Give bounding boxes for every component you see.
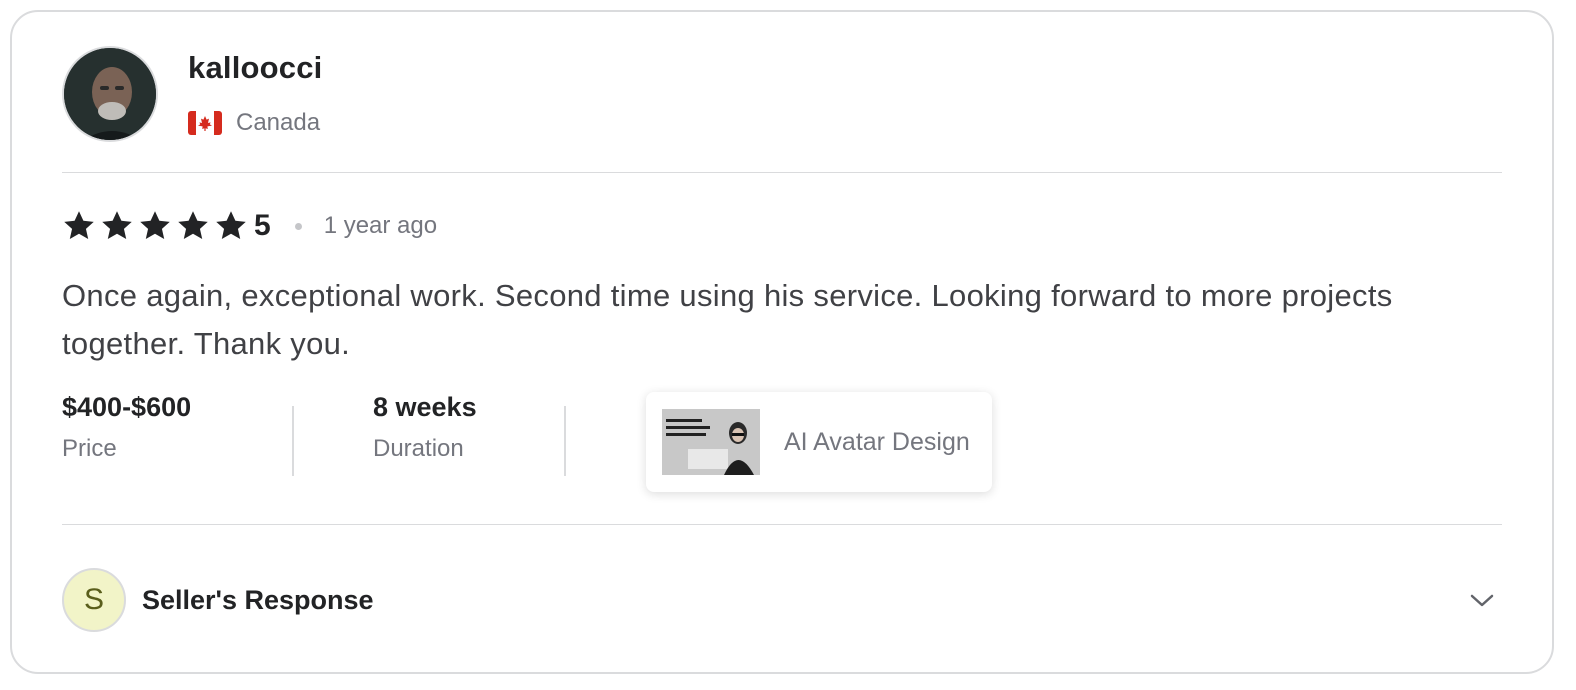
reviewer-username[interactable]: kalloocci (188, 50, 322, 86)
country-name: Canada (236, 109, 321, 136)
seller-response-label: Seller's Response (142, 584, 374, 615)
duration-label: Duration (373, 435, 464, 462)
canada-flag-icon (188, 111, 222, 135)
chevron-down-icon[interactable] (1468, 586, 1496, 614)
gig-thumbnail (662, 409, 760, 475)
review-time: 1 year ago (323, 212, 438, 239)
divider (62, 524, 1502, 525)
seller-response-toggle[interactable]: S Seller's Response (62, 568, 1502, 632)
vertical-divider (292, 406, 294, 476)
duration-value: 8 weeks (373, 392, 477, 422)
star-icon (64, 211, 94, 240)
gig-card[interactable]: AI Avatar Design (646, 392, 992, 492)
review-text: Once again, exceptional work. Second tim… (62, 278, 1393, 361)
gig-title: AI Avatar Design (784, 427, 970, 456)
gig-thumbnail-image (662, 409, 760, 475)
price-info: $400-$600 Price (62, 392, 191, 463)
star-icon (102, 211, 132, 240)
star-icon (216, 211, 246, 240)
seller-avatar: S (62, 568, 126, 632)
star-rating (62, 209, 252, 243)
rating-value: 5 (254, 209, 271, 242)
reviewer-header: kalloocci Canada (62, 46, 1502, 142)
duration-info: 8 weeks Duration (373, 392, 477, 463)
star-icon (140, 211, 170, 240)
price-value: $400-$600 (62, 392, 192, 422)
vertical-divider (564, 406, 566, 476)
reviewer-country: Canada (188, 108, 320, 138)
divider (62, 172, 1502, 173)
rating-row: 5 1 year ago (62, 206, 437, 246)
price-label: Price (62, 435, 117, 462)
reviewer-avatar[interactable] (62, 46, 158, 142)
review-card: kalloocci Canada 5 1 year ago Once again… (10, 10, 1554, 674)
avatar-photo-icon (64, 48, 156, 140)
separator-dot (294, 222, 302, 230)
star-icon (178, 211, 208, 240)
